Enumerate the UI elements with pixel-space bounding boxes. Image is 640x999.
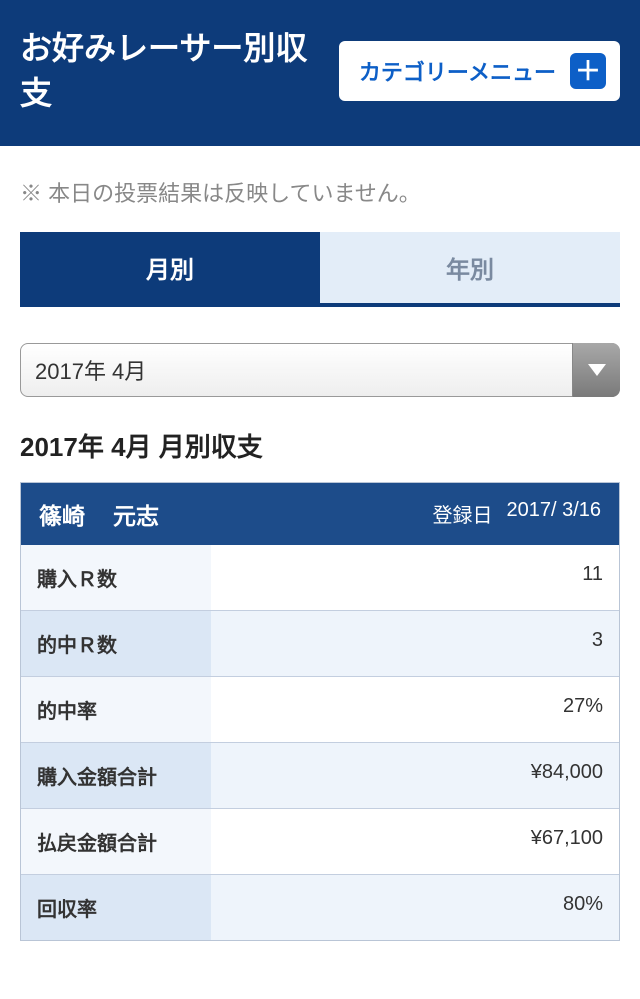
row-label: 購入Ｒ数 [21,545,211,610]
row-label: 回収率 [21,875,211,940]
table-row: 購入金額合計¥84,000 [21,742,619,808]
category-menu-label: カテゴリーメニュー [359,55,556,87]
section-title: 2017年 4月 月別収支 [20,427,620,464]
row-label: 購入金額合計 [21,743,211,808]
summary-table: 篠崎 元志 登録日 2017/ 3/16 購入Ｒ数11的中Ｒ数3的中率27%購入… [20,482,620,941]
table-row: 的中率27% [21,676,619,742]
tab-yearly[interactable]: 年別 [320,232,620,303]
table-row: 的中Ｒ数3 [21,610,619,676]
row-value: ¥67,100 [211,809,619,874]
page-header: お好みレーサー別収支 カテゴリーメニュー ＋ [0,0,640,146]
period-select[interactable]: 2017年 4月 [20,343,620,397]
racer-name: 篠崎 元志 [39,497,159,531]
registration-info: 登録日 2017/ 3/16 [432,499,601,528]
row-value: ¥84,000 [211,743,619,808]
period-select-value: 2017年 4月 [35,354,146,386]
period-tabs: 月別 年別 [20,232,620,307]
racer-header: 篠崎 元志 登録日 2017/ 3/16 [21,483,619,545]
notice-text: ※ 本日の投票結果は反映していません。 [0,146,640,232]
table-row: 回収率80% [21,874,619,940]
table-row: 購入Ｒ数11 [21,545,619,610]
registration-date: 2017/ 3/16 [506,499,601,528]
row-value: 3 [211,611,619,676]
table-row: 払戻金額合計¥67,100 [21,808,619,874]
row-value: 80% [211,875,619,940]
row-label: 払戻金額合計 [21,809,211,874]
row-value: 11 [211,545,619,610]
tab-monthly[interactable]: 月別 [20,232,320,303]
racer-given: 元志 [113,497,159,531]
row-value: 27% [211,677,619,742]
racer-surname: 篠崎 [39,497,85,531]
row-label: 的中率 [21,677,211,742]
registration-label: 登録日 [432,499,492,528]
plus-icon: ＋ [570,53,606,89]
chevron-down-icon [572,343,620,397]
row-label: 的中Ｒ数 [21,611,211,676]
category-menu-button[interactable]: カテゴリーメニュー ＋ [339,41,620,101]
page-title: お好みレーサー別収支 [20,26,323,116]
